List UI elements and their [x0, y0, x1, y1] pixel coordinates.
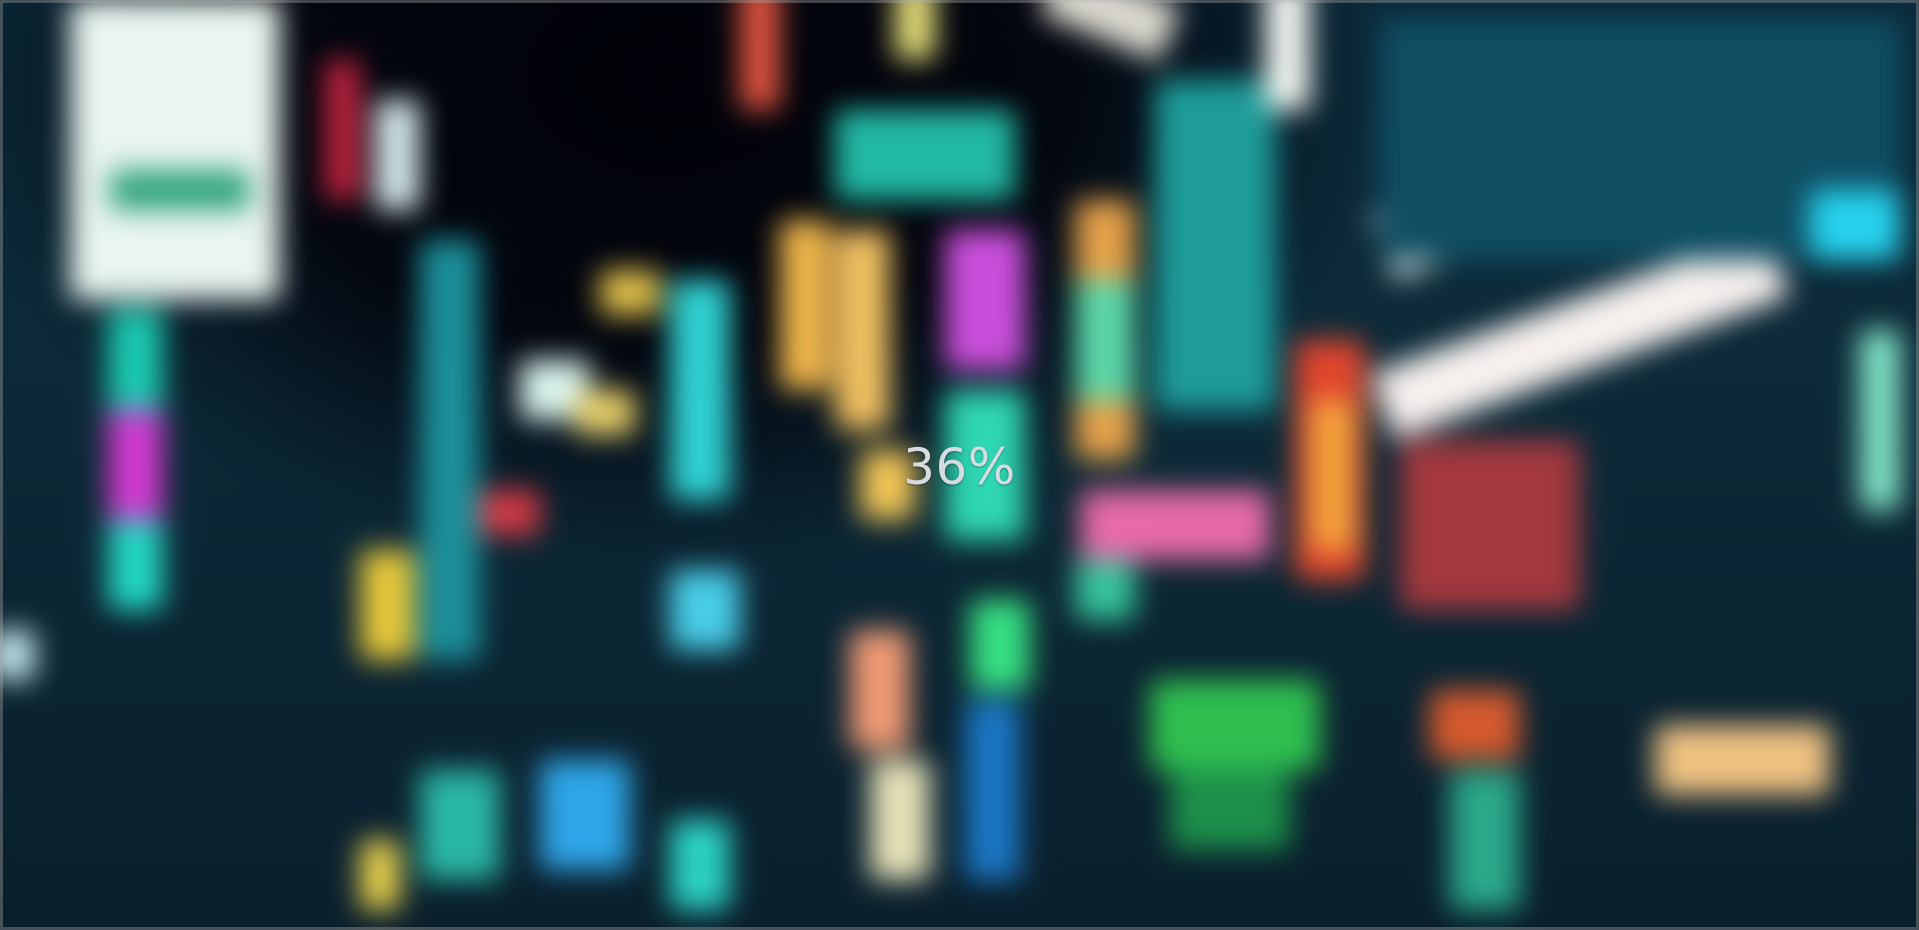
blurred-light-patch [740, 0, 780, 110]
blurred-background-image [0, 0, 1919, 930]
blurred-light-patch [670, 820, 730, 910]
blurred-light-patch [1400, 440, 1580, 610]
blurred-light-patch [1450, 770, 1520, 910]
blurred-light-patch [860, 450, 915, 520]
blurred-light-patch [108, 310, 163, 420]
blurred-light-patch [965, 700, 1020, 880]
blurred-light-patch [360, 840, 400, 910]
blurred-light-patch [1038, 0, 1182, 63]
blurred-light-patch [600, 270, 660, 315]
blurred-light-patch [970, 600, 1030, 690]
blurred-light-patch [1430, 690, 1520, 760]
blurred-light-patch [325, 60, 360, 200]
blurred-light-patch [1150, 680, 1320, 770]
blurred-light-patch [0, 630, 35, 680]
blurred-light-patch [108, 520, 163, 610]
blurred-light-patch [375, 100, 420, 210]
blurred-light-patch [945, 390, 1025, 540]
blurred-light-patch [575, 390, 635, 435]
blurred-light-patch [480, 490, 540, 535]
blurred-light-patch [1655, 725, 1830, 795]
blurred-light-patch [1080, 490, 1270, 560]
blurred-light-patch [1860, 330, 1900, 510]
blurred-light-patch [108, 410, 163, 520]
blurred-light-patch [895, 0, 935, 60]
blurred-light-patch [870, 760, 930, 880]
blurred-light-patch [780, 220, 830, 390]
blurred-light-patch [420, 770, 500, 880]
blurred-light-patch [1170, 770, 1290, 850]
blurred-light-patch [1810, 190, 1900, 260]
blurred-light-patch [835, 110, 1015, 200]
blurred-light-patch [670, 570, 740, 650]
blurred-light-patch [1310, 400, 1355, 550]
loading-screen: 36% [0, 0, 1919, 930]
blurred-light-patch [1155, 80, 1275, 410]
blurred-light-patch [360, 550, 415, 660]
blurred-light-patch [70, 0, 280, 300]
blurred-light-patch [835, 230, 890, 430]
blurred-light-patch [540, 760, 630, 870]
blurred-light-patch [110, 170, 250, 210]
blurred-light-patch [850, 630, 910, 750]
blurred-light-patch [1075, 560, 1135, 620]
blurred-light-patch [670, 280, 730, 500]
blurred-light-patch [945, 230, 1025, 370]
blurred-light-patch [1265, 0, 1310, 110]
blurred-light-patch [1075, 280, 1135, 400]
blurred-light-patch [420, 240, 480, 660]
